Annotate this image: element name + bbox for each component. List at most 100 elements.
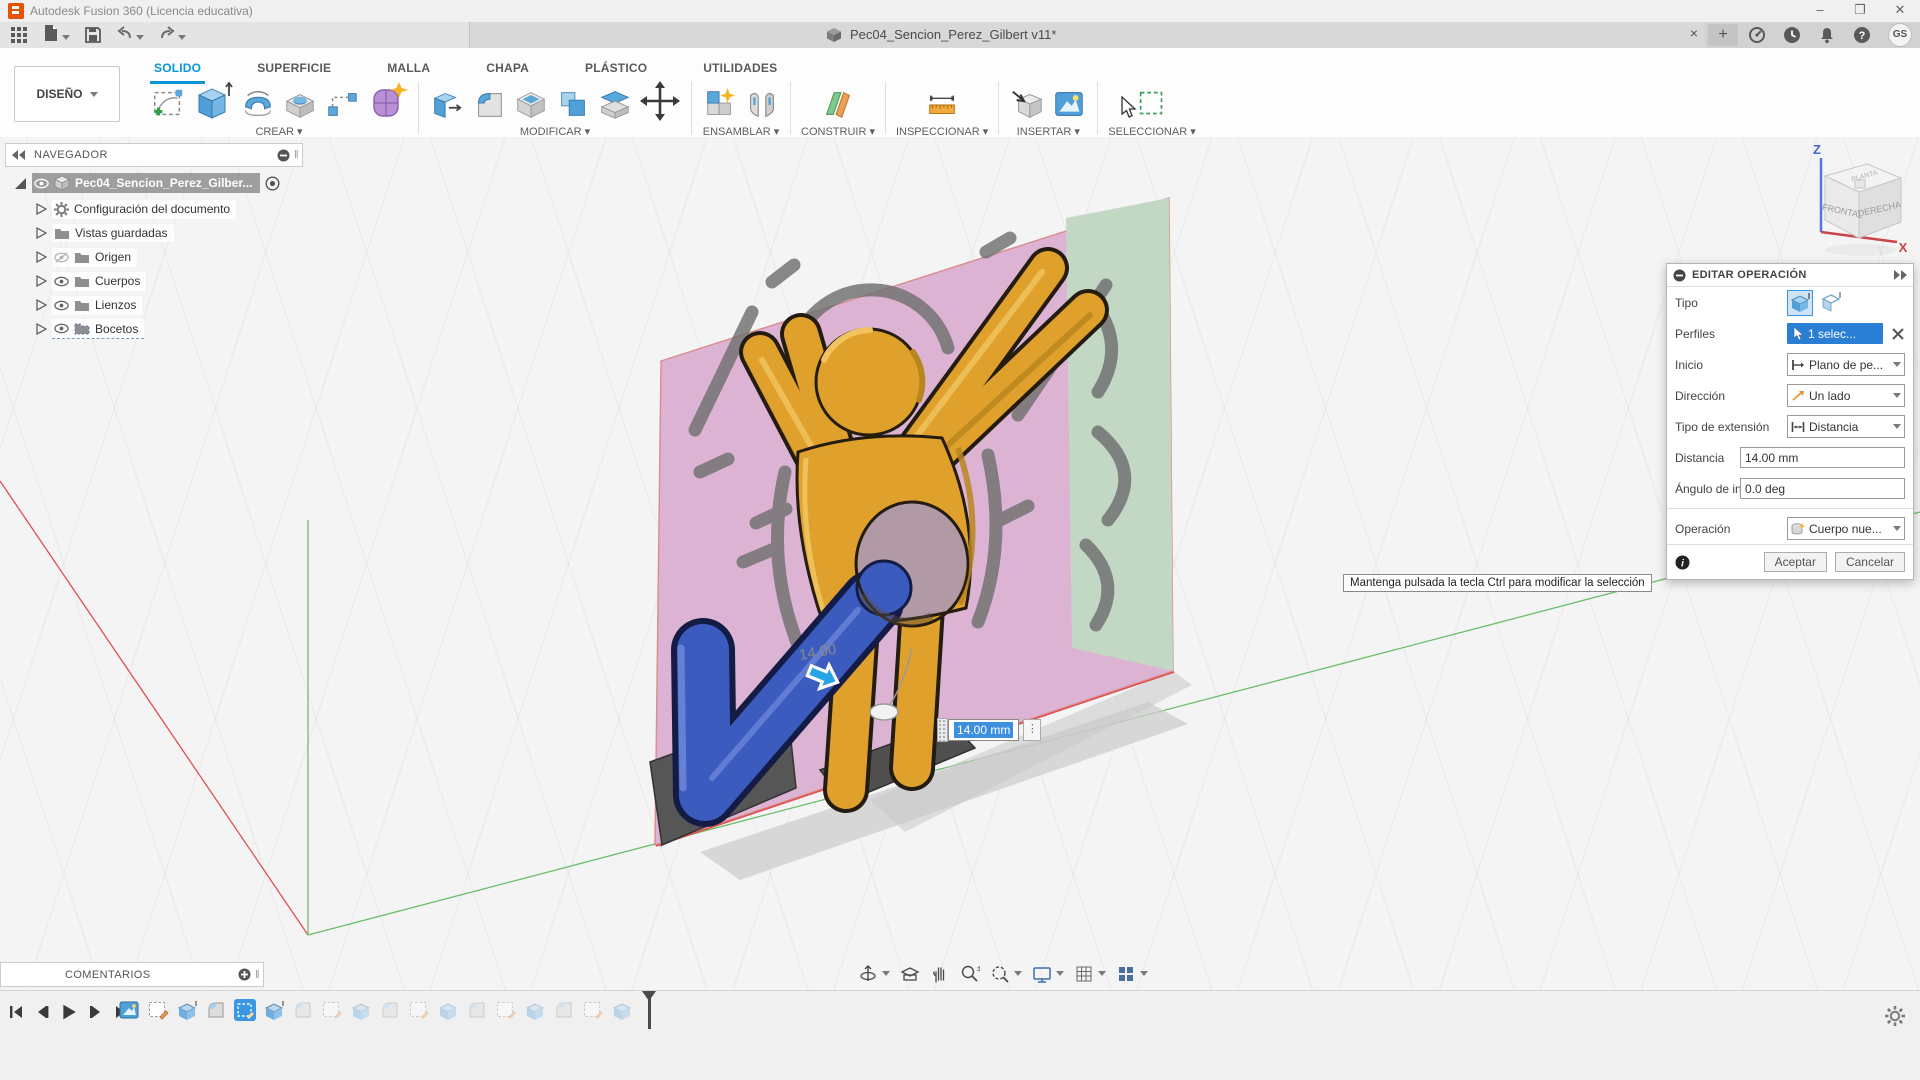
expanded-triangle-icon[interactable] — [14, 177, 27, 190]
select-icon[interactable] — [1134, 86, 1170, 122]
feature-sketch-icon-suppressed[interactable] — [495, 999, 517, 1021]
feature-round-icon-suppressed[interactable] — [466, 999, 488, 1021]
measure-icon[interactable] — [924, 86, 960, 122]
skip-start-icon[interactable] — [8, 1004, 24, 1020]
viewport-3d[interactable] — [0, 137, 1920, 990]
document-tab[interactable]: Pec04_Sencion_Perez_Gilbert v11* × — [470, 22, 1705, 48]
tree-item-lienzos[interactable]: Lienzos — [36, 294, 142, 316]
new-component-icon[interactable] — [702, 86, 738, 122]
view-cube[interactable]: Z X FRONTAL DERECHA PLANTA — [1795, 140, 1915, 265]
panel-grip[interactable]: ‖ — [255, 969, 260, 981]
timeline-playhead[interactable] — [648, 993, 651, 1029]
clock-icon[interactable] — [1783, 26, 1801, 44]
direction-dropdown[interactable]: Un lado — [1787, 384, 1905, 407]
plus-circle-icon[interactable] — [238, 968, 251, 981]
tree-item-configuracion[interactable]: Configuración del documento — [36, 198, 236, 220]
feature-sketch-active-icon[interactable] — [234, 999, 256, 1021]
shell-icon[interactable] — [513, 86, 549, 122]
tree-item-origen[interactable]: Origen — [36, 246, 137, 268]
combine-icon[interactable] — [555, 86, 591, 122]
drag-grip[interactable] — [937, 718, 948, 742]
file-menu-button[interactable] — [42, 24, 70, 47]
insert-derive-icon[interactable] — [1009, 86, 1045, 122]
joint-icon[interactable] — [744, 86, 780, 122]
extrude-thin-option-icon[interactable] — [1819, 290, 1843, 314]
new-tab-button[interactable]: + — [1708, 24, 1738, 46]
minus-circle-icon[interactable] — [277, 149, 290, 162]
feature-round-icon-suppressed[interactable] — [379, 999, 401, 1021]
minimize-button[interactable]: – — [1800, 0, 1840, 22]
construction-plane-icon[interactable] — [820, 86, 856, 122]
avatar[interactable]: GS — [1888, 23, 1912, 47]
activate-radio-icon[interactable] — [265, 176, 280, 191]
collapsed-triangle-icon[interactable] — [36, 227, 47, 239]
step-forward-icon[interactable] — [88, 1004, 104, 1020]
feature-canvas-icon[interactable] — [118, 999, 140, 1021]
revolve-icon[interactable] — [240, 86, 276, 122]
distance-input[interactable] — [1740, 447, 1905, 468]
press-pull-icon[interactable] — [429, 86, 465, 122]
tree-item-bocetos[interactable]: Bocetos — [36, 318, 144, 340]
help-icon[interactable]: ? — [1853, 26, 1871, 44]
extrude-solid-option-icon[interactable] — [1787, 290, 1813, 316]
feature-sketch-icon[interactable] — [147, 999, 169, 1021]
fillet-icon[interactable] — [471, 86, 507, 122]
start-dropdown[interactable]: Plano de pe... — [1787, 353, 1905, 376]
extent-type-dropdown[interactable]: Distancia — [1787, 415, 1905, 438]
feature-sketch-icon-suppressed[interactable] — [408, 999, 430, 1021]
undo-button[interactable] — [116, 24, 144, 47]
eye-icon[interactable] — [54, 321, 69, 336]
feature-extrude-icon-suppressed[interactable] — [611, 999, 633, 1021]
collapsed-triangle-icon[interactable] — [36, 275, 47, 287]
feature-round-icon-suppressed[interactable] — [553, 999, 575, 1021]
pan-button[interactable] — [930, 964, 950, 984]
pattern-icon[interactable] — [324, 86, 360, 122]
feature-extrude-icon-suppressed[interactable] — [524, 999, 546, 1021]
cancel-button[interactable]: Cancelar — [1835, 552, 1905, 572]
feature-sketch-icon-suppressed[interactable] — [582, 999, 604, 1021]
extensions-icon[interactable] — [1748, 26, 1766, 44]
zoom-button[interactable]: ± — [960, 964, 980, 984]
feature-extrude-icon[interactable] — [176, 999, 198, 1021]
maximize-button[interactable]: ❐ — [1840, 0, 1880, 22]
feature-extrude-icon-suppressed[interactable] — [350, 999, 372, 1021]
fit-button[interactable] — [990, 964, 1022, 984]
dialog-header[interactable]: EDITAR OPERACIÓN — [1667, 264, 1913, 287]
clear-selection-icon[interactable] — [1891, 327, 1905, 341]
display-settings-button[interactable] — [1032, 964, 1064, 984]
feature-extrude-icon-suppressed[interactable] — [437, 999, 459, 1021]
save-icon[interactable] — [84, 26, 102, 44]
split-body-icon[interactable] — [597, 86, 633, 122]
gear-icon[interactable] — [1884, 1005, 1906, 1027]
accept-button[interactable]: Aceptar — [1764, 552, 1827, 572]
dock-right-icon[interactable] — [1893, 270, 1907, 280]
eye-icon[interactable] — [54, 298, 69, 313]
comments-panel[interactable]: COMENTARIOS ‖ — [0, 962, 264, 987]
eye-off-icon[interactable] — [54, 250, 69, 265]
canvas-insert-icon[interactable] — [1051, 86, 1087, 122]
tree-row-root[interactable]: Pec04_Sencion_Perez_Gilber... — [14, 172, 280, 194]
step-back-icon[interactable] — [34, 1004, 50, 1020]
feature-round-icon-suppressed[interactable] — [292, 999, 314, 1021]
feature-extrude-icon[interactable] — [263, 999, 285, 1021]
tree-item-cuerpos[interactable]: Cuerpos — [36, 270, 146, 292]
viewports-button[interactable] — [1116, 964, 1148, 984]
eye-icon[interactable] — [54, 274, 69, 289]
move-icon[interactable] — [639, 80, 681, 122]
collapsed-triangle-icon[interactable] — [36, 323, 47, 335]
profiles-selected-button[interactable]: 1 selec... — [1787, 323, 1883, 344]
bell-icon[interactable] — [1818, 26, 1836, 44]
info-icon[interactable]: i — [1675, 555, 1690, 570]
collapsed-triangle-icon[interactable] — [36, 203, 47, 215]
more-options-icon[interactable]: ⋮ — [1023, 719, 1041, 741]
collapse-left-icon[interactable] — [12, 150, 26, 160]
navigator-header[interactable]: NAVEGADOR ‖ — [5, 143, 303, 167]
extrude-icon[interactable] — [192, 80, 234, 122]
look-at-button[interactable] — [900, 964, 920, 984]
workspace-selector[interactable]: DISEÑO — [14, 66, 120, 122]
create-sketch-icon[interactable] — [150, 86, 186, 122]
grid-settings-button[interactable] — [1074, 964, 1106, 984]
dimension-input[interactable]: 14.00 mm — [948, 719, 1019, 741]
orbit-button[interactable] — [858, 964, 890, 984]
redo-button[interactable] — [158, 24, 186, 47]
